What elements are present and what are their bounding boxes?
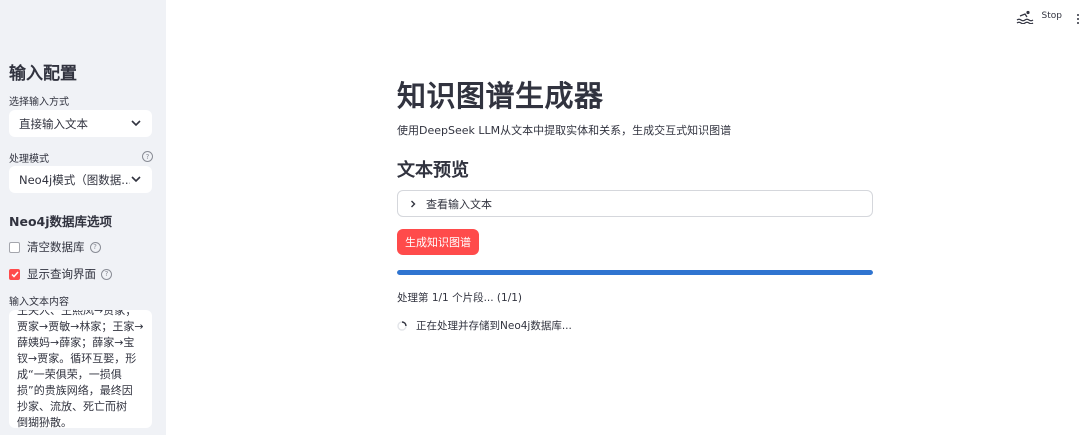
mode-value: Neo4j模式（图数据... <box>19 172 130 187</box>
show-query-label: 显示查询界面 <box>27 267 96 281</box>
generate-graph-button[interactable]: 生成知识图谱 <box>397 229 479 255</box>
preview-heading: 文本预览 <box>397 160 469 181</box>
page-title: 知识图谱生成器 <box>397 79 604 113</box>
input-method-select[interactable]: 直接输入文本 <box>9 110 152 137</box>
resize-handle-icon[interactable] <box>143 419 149 428</box>
running-swimmer-icon <box>1016 9 1034 25</box>
show-query-checkbox[interactable]: 显示查询界面 ? <box>9 266 112 282</box>
text-input-label: 输入文本内容 <box>9 297 69 308</box>
sidebar-title: 输入配置 <box>9 64 77 84</box>
clear-database-checkbox[interactable]: 清空数据库 ? <box>9 239 101 255</box>
progress-fill <box>397 270 873 275</box>
checkbox-checked-icon <box>9 268 20 280</box>
progress-bar <box>397 270 873 275</box>
spinner-icon <box>397 320 407 331</box>
text-input-area[interactable]: 王夫人、王熙凤→贾家； 贾家→贾敏→林家；王家→ 薛姨妈→薛家；薛家→宝 钗→贾… <box>9 310 152 428</box>
help-icon[interactable]: ? <box>101 268 112 280</box>
sidebar: 输入配置 选择输入方式 直接输入文本 处理模式 ? Neo4j模式（图数据...… <box>0 0 166 435</box>
help-icon[interactable]: ? <box>142 151 153 162</box>
progress-text: 处理第 1/1 个片段... (1/1) <box>397 292 523 304</box>
status-text: 正在处理并存储到Neo4j数据库... <box>416 320 572 332</box>
help-icon[interactable]: ? <box>89 241 101 253</box>
chevron-down-icon <box>130 118 142 130</box>
more-vertical-icon[interactable] <box>1076 10 1080 24</box>
expander-label: 查看输入文本 <box>426 197 492 211</box>
mode-label: 处理模式 <box>9 154 49 165</box>
input-method-label: 选择输入方式 <box>9 97 69 108</box>
input-method-value: 直接输入文本 <box>19 116 88 131</box>
checkbox-unchecked-icon <box>9 241 20 253</box>
status-row: 正在处理并存储到Neo4j数据库... <box>397 318 572 333</box>
text-input-value: 王夫人、王熙凤→贾家； 贾家→贾敏→林家；王家→ 薛姨妈→薛家；薛家→宝 钗→贾… <box>17 310 144 428</box>
page-description: 使用DeepSeek LLM从文本中提取实体和关系，生成交互式知识图谱 <box>397 124 732 137</box>
chevron-right-icon <box>408 199 418 209</box>
input-text-expander[interactable]: 查看输入文本 <box>397 190 873 217</box>
chevron-down-icon <box>130 174 142 186</box>
clear-database-label: 清空数据库 <box>27 240 85 254</box>
app-header: Stop <box>1016 8 1080 25</box>
mode-select[interactable]: Neo4j模式（图数据... <box>9 166 152 193</box>
stop-button[interactable]: Stop <box>1042 11 1062 21</box>
neo4j-options-title: Neo4j数据库选项 <box>9 214 113 229</box>
